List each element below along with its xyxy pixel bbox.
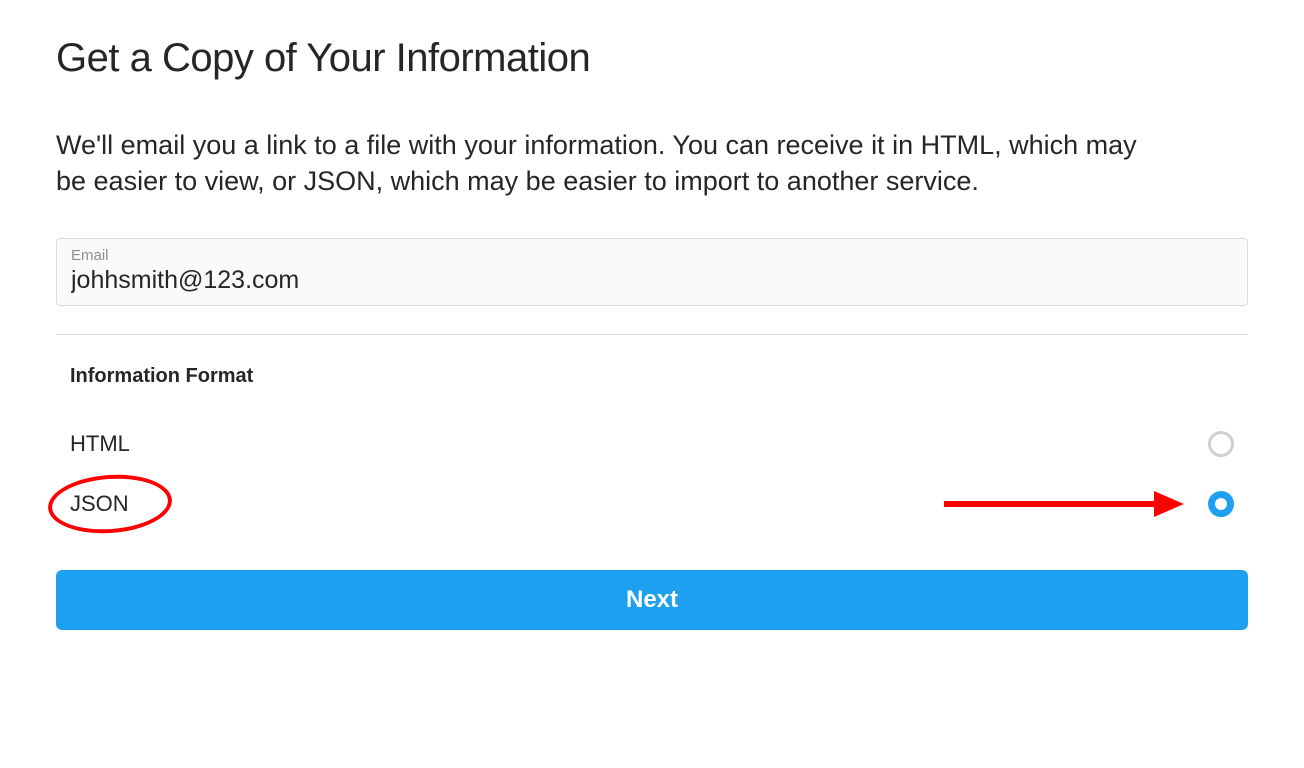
format-option-label: HTML [70, 431, 130, 457]
format-section: Information Format HTML JSON [56, 365, 1248, 534]
format-option-html[interactable]: HTML [56, 414, 1248, 474]
email-input[interactable] [71, 266, 1233, 295]
format-option-json[interactable]: JSON [56, 474, 1248, 534]
annotation-arrow-icon [944, 489, 1184, 519]
next-button[interactable]: Next [56, 570, 1248, 630]
format-option-label: JSON [70, 491, 129, 517]
radio-selected-icon[interactable] [1208, 491, 1234, 517]
email-label: Email [71, 247, 1233, 264]
page-description: We'll email you a link to a file with yo… [56, 127, 1156, 200]
format-heading: Information Format [70, 365, 1248, 388]
radio-unselected-icon[interactable] [1208, 431, 1234, 457]
email-field[interactable]: Email [56, 238, 1248, 306]
section-divider [56, 334, 1248, 335]
page-title: Get a Copy of Your Information [56, 36, 1248, 81]
